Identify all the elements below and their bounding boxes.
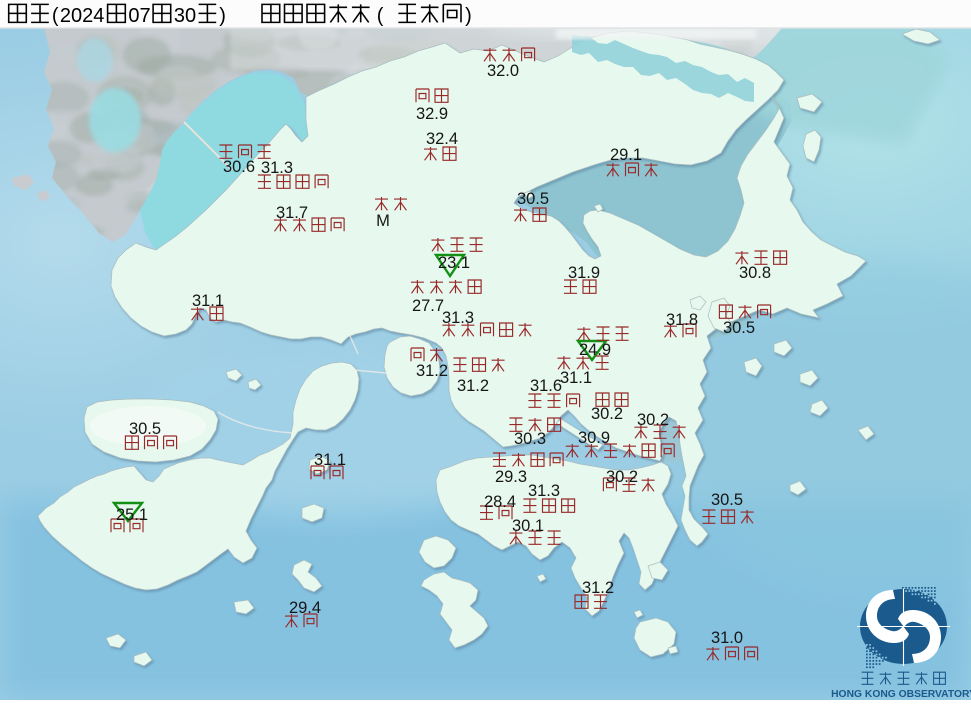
svg-text:25.1: 25.1 [116,506,148,524]
svg-text:(: ( [377,5,384,27]
svg-text:23.1: 23.1 [438,254,470,272]
svg-text:30.2: 30.2 [637,411,669,429]
svg-text:30.1: 30.1 [512,517,544,535]
svg-text:30.9: 30.9 [578,429,610,447]
svg-text:28.4: 28.4 [484,493,516,511]
svg-text:29.4: 29.4 [289,599,321,617]
svg-text:31.2: 31.2 [582,579,614,597]
svg-text:M: M [376,212,390,230]
svg-text:30.2: 30.2 [606,468,638,486]
svg-text:27.7: 27.7 [412,297,444,315]
svg-text:31.2: 31.2 [416,362,448,380]
svg-text:07: 07 [128,5,150,27]
svg-text:30.6: 30.6 [223,158,255,176]
svg-text:HONG KONG OBSERVATORY: HONG KONG OBSERVATORY [831,689,971,700]
svg-text:31.3: 31.3 [528,482,560,500]
svg-text:31.3: 31.3 [442,309,474,327]
svg-text:): ) [465,5,472,27]
svg-text:30.5: 30.5 [711,491,743,509]
svg-text:30: 30 [174,5,196,27]
svg-text:31.1: 31.1 [560,369,592,387]
svg-text:31.1: 31.1 [314,451,346,469]
svg-text:31.3: 31.3 [261,159,293,177]
svg-text:30.2: 30.2 [591,405,623,423]
svg-text:31.8: 31.8 [666,311,698,329]
svg-text:29.3: 29.3 [495,468,527,486]
svg-text:31.6: 31.6 [530,377,562,395]
svg-text:30.5: 30.5 [517,190,549,208]
svg-text:30.8: 30.8 [739,264,771,282]
svg-text:30.5: 30.5 [129,420,161,438]
svg-text:2024: 2024 [60,5,105,27]
svg-text:31.2: 31.2 [457,377,489,395]
svg-text:31.0: 31.0 [711,629,743,647]
svg-text:30.3: 30.3 [514,430,546,448]
svg-text:31.9: 31.9 [568,264,600,282]
svg-text:): ) [219,5,226,27]
svg-text:32.9: 32.9 [416,105,448,123]
svg-text:31.1: 31.1 [192,292,224,310]
svg-text:30.5: 30.5 [723,319,755,337]
svg-text:31.7: 31.7 [276,204,308,222]
svg-text:(: ( [52,5,59,27]
svg-text:32.4: 32.4 [426,130,458,148]
svg-text:32.0: 32.0 [487,62,519,80]
svg-text:29.1: 29.1 [610,146,642,164]
